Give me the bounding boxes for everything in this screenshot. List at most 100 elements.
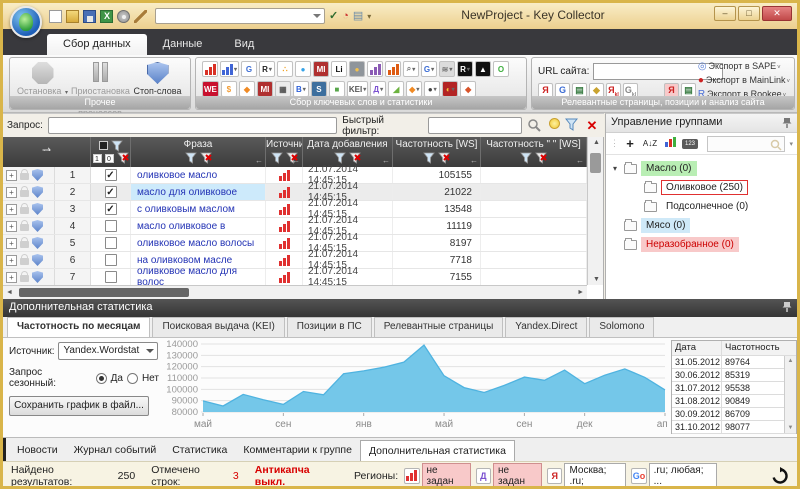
- row-checkbox[interactable]: [105, 271, 117, 283]
- minimize-button[interactable]: –: [714, 6, 736, 21]
- region-badge[interactable]: не задан: [404, 463, 470, 489]
- spy-icon[interactable]: ●▾: [424, 81, 440, 97]
- group-tree-item[interactable]: Оливковое (250): [630, 178, 797, 197]
- open-project-icon[interactable]: [66, 10, 79, 23]
- search-in-found-icon[interactable]: [527, 118, 543, 134]
- lock-icon[interactable]: [20, 258, 29, 265]
- save-project-icon[interactable]: [83, 10, 96, 23]
- pin-icon[interactable]: [782, 117, 792, 129]
- shield-icon[interactable]: [32, 169, 43, 181]
- add-group-icon[interactable]: +: [622, 136, 638, 151]
- group-tree-item[interactable]: ▾ Масло (0): [610, 159, 797, 178]
- bottom-tab-1[interactable]: Новости: [9, 440, 66, 461]
- phrase-cell[interactable]: масло оливковое в: [131, 218, 266, 234]
- bottom-tab-5[interactable]: Дополнительная статистика: [360, 440, 515, 461]
- liveinternet-icon[interactable]: Li: [331, 61, 347, 77]
- export-excel-icon[interactable]: [100, 10, 113, 23]
- wordstat-bars[interactable]: [202, 61, 218, 77]
- lock-icon[interactable]: [20, 241, 29, 248]
- expand-row-icon[interactable]: +: [6, 204, 17, 215]
- check-icon[interactable]: ✓: [329, 10, 338, 23]
- b-icon[interactable]: B▾: [293, 81, 309, 97]
- row-checkbox[interactable]: [105, 220, 117, 232]
- shield-icon[interactable]: [32, 237, 43, 249]
- source-select[interactable]: Yandex.Wordstat: [58, 342, 158, 360]
- refresh-icon[interactable]: [771, 467, 789, 485]
- lock-icon[interactable]: [20, 275, 29, 282]
- new-file-icon[interactable]: [49, 10, 62, 23]
- phrase-cell[interactable]: масло для оливковое: [131, 184, 266, 200]
- direct-icon[interactable]: Д▾: [370, 81, 386, 97]
- button-Остановка[interactable]: Остановка ▾процессов: [14, 60, 71, 118]
- hand-icon[interactable]: ◆: [239, 81, 255, 97]
- table-row[interactable]: + 3 ✓ с оливковым маслом 21.07.2014 14:4…: [3, 201, 587, 218]
- stats-tab-2[interactable]: Поисковая выдача (KEI): [152, 317, 284, 337]
- column-header-2[interactable]: Источник←: [266, 137, 303, 167]
- toolbar-overflow-caret-icon[interactable]: ▾: [789, 140, 793, 148]
- mini-table-scrollbar[interactable]: ▲▼: [784, 356, 796, 433]
- table-row[interactable]: + 1 ✓ оливковое масло 21.07.2014 14:45:1…: [3, 167, 587, 184]
- calculator-icon[interactable]: ▦: [275, 81, 291, 97]
- sort-az-icon[interactable]: A↓Z: [642, 139, 658, 148]
- column-header-checkbox[interactable]: 10: [91, 137, 131, 167]
- column-header-4[interactable]: Частотность [WS]←: [393, 137, 481, 167]
- stats-tab-3[interactable]: Позиции в ПС: [287, 317, 372, 337]
- pin-icon[interactable]: [782, 301, 792, 313]
- table-row[interactable]: + 2 ✓ масло для оливковое 21.07.2014 14:…: [3, 184, 587, 201]
- column-header-5[interactable]: Частотность " " [WS]←: [481, 137, 587, 167]
- export-link-sape-icon[interactable]: ◎Экспорт в SAPE˅: [698, 61, 790, 72]
- webeffector-icon[interactable]: WE: [202, 81, 219, 97]
- purple-stats-icon[interactable]: [367, 61, 383, 77]
- qat-overflow-caret-icon[interactable]: ▾: [367, 10, 371, 23]
- row-checkbox[interactable]: [105, 254, 117, 266]
- column-header-tools[interactable]: ⇄: [3, 137, 91, 167]
- tree-expander-icon[interactable]: ▾: [610, 164, 620, 173]
- shield-icon[interactable]: [32, 220, 43, 232]
- table-row[interactable]: + 7 оливковое масло для волос 21.07.2014…: [3, 269, 587, 286]
- rating-icon[interactable]: ●: [349, 61, 365, 77]
- gift-icon[interactable]: ◆: [460, 81, 476, 97]
- bottom-tab-4[interactable]: Комментарии к группе: [235, 440, 360, 461]
- mail-icon[interactable]: MI: [313, 61, 329, 77]
- quick-filter-input[interactable]: [428, 117, 522, 134]
- button-Стоп-слова[interactable]: Стоп-слова: [129, 60, 186, 118]
- maps-icon[interactable]: ■: [329, 81, 345, 97]
- ribbon-tab-Вид[interactable]: Вид: [218, 34, 270, 55]
- search-hints-icon[interactable]: ⌕▾: [403, 61, 419, 77]
- kei-icon[interactable]: KEI▾: [347, 81, 368, 97]
- likes-icon[interactable]: ▲: [475, 61, 491, 77]
- group-tree-item[interactable]: Неразобранное (0): [610, 235, 797, 254]
- solomono-icon[interactable]: S: [311, 81, 327, 97]
- bottom-tab-3[interactable]: Статистика: [164, 440, 235, 461]
- shield-icon[interactable]: [32, 271, 43, 283]
- wordstat-deep-bars[interactable]: ▾: [220, 61, 239, 77]
- grid-vertical-scrollbar[interactable]: ▲ ▼: [587, 137, 603, 285]
- expand-row-icon[interactable]: +: [6, 221, 17, 232]
- bird-icon[interactable]: ●: [295, 61, 311, 77]
- orange-stats-icon[interactable]: [385, 61, 401, 77]
- rambler-icon[interactable]: R▾: [259, 61, 275, 77]
- settings-gear-icon[interactable]: [117, 10, 130, 23]
- shield-icon[interactable]: [32, 203, 43, 215]
- stats-tab-5[interactable]: Yandex.Direct: [505, 317, 587, 337]
- rambler-black-icon[interactable]: R▾: [457, 61, 473, 77]
- table-row[interactable]: + 5 оливковое масло волосы 21.07.2014 14…: [3, 235, 587, 252]
- waves-icon[interactable]: ≋▾: [439, 61, 455, 77]
- export-link-mainlink-icon[interactable]: ●Экспорт в MainLink˅: [698, 75, 790, 86]
- clear-filter-icon[interactable]: ✕: [584, 118, 600, 134]
- stats-tab-6[interactable]: Solomono: [589, 317, 654, 337]
- expand-row-icon[interactable]: +: [6, 238, 17, 249]
- maximize-button[interactable]: □: [738, 6, 760, 21]
- ribbon-tab-Данные[interactable]: Данные: [147, 34, 219, 55]
- hand2-icon[interactable]: ◆▾: [406, 81, 422, 97]
- lock-icon[interactable]: [20, 224, 29, 231]
- column-header-1[interactable]: Фраза←: [131, 137, 266, 167]
- seasonal-yes-radio[interactable]: [96, 373, 107, 384]
- seopult-icon[interactable]: $: [221, 81, 237, 97]
- row-checkbox[interactable]: ✓: [105, 186, 117, 198]
- save-chart-button[interactable]: Сохранить график в файл...: [9, 396, 149, 416]
- group-tree-item[interactable]: Мясо (0): [610, 216, 797, 235]
- app-logo-icon[interactable]: [10, 6, 42, 38]
- row-checkbox[interactable]: ✓: [105, 169, 117, 181]
- row-checkbox[interactable]: [105, 237, 117, 249]
